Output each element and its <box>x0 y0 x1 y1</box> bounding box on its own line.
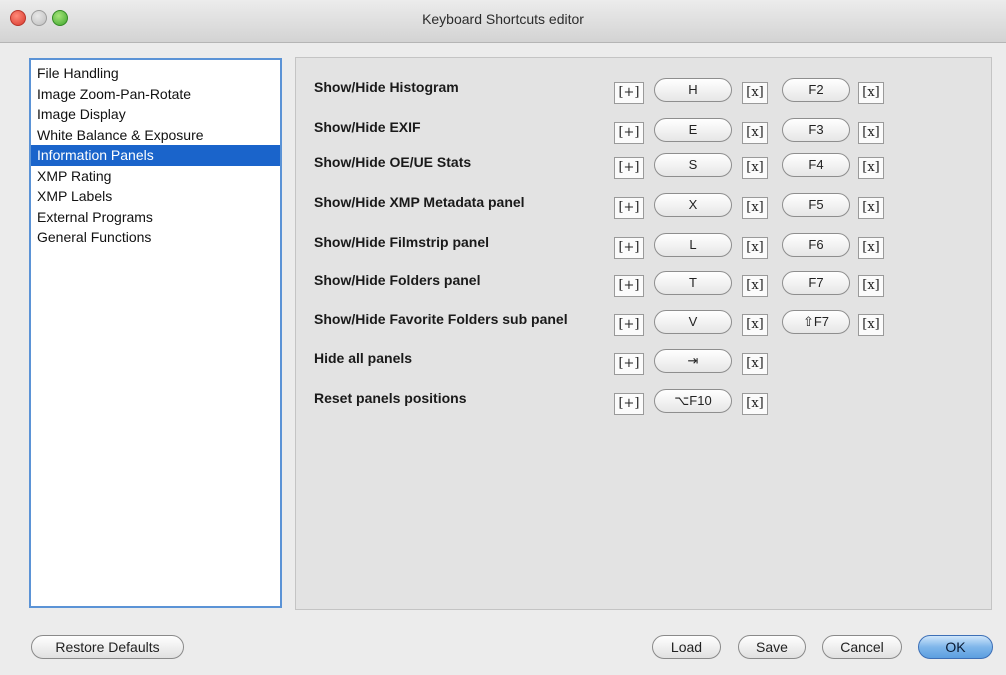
category-item[interactable]: XMP Labels <box>31 186 280 207</box>
add-shortcut-button[interactable]: [+] <box>614 157 644 179</box>
title-bar: Keyboard Shortcuts editor <box>0 0 1006 43</box>
clear-shortcut-button[interactable]: [x] <box>742 157 768 179</box>
alternate-key-button[interactable]: F6 <box>782 233 850 257</box>
category-item[interactable]: Image Zoom-Pan-Rotate <box>31 84 280 105</box>
alternate-key-button[interactable]: F5 <box>782 193 850 217</box>
shortcut-label: Show/Hide XMP Metadata panel <box>314 194 525 210</box>
shortcut-label: Show/Hide Histogram <box>314 79 459 95</box>
clear-alternate-button[interactable]: [x] <box>858 314 884 336</box>
add-shortcut-button[interactable]: [+] <box>614 275 644 297</box>
clear-shortcut-button[interactable]: [x] <box>742 82 768 104</box>
window-title: Keyboard Shortcuts editor <box>422 11 584 27</box>
shortcut-key-button[interactable]: H <box>654 78 732 102</box>
category-item[interactable]: Image Display <box>31 104 280 125</box>
load-button[interactable]: Load <box>652 635 721 659</box>
category-item[interactable]: File Handling <box>31 63 280 84</box>
shortcut-key-button[interactable]: S <box>654 153 732 177</box>
shortcut-label: Show/Hide Favorite Folders sub panel <box>314 311 568 327</box>
clear-alternate-button[interactable]: [x] <box>858 197 884 219</box>
alternate-key-button[interactable]: F4 <box>782 153 850 177</box>
alternate-key-button[interactable]: F7 <box>782 271 850 295</box>
clear-alternate-button[interactable]: [x] <box>858 122 884 144</box>
shortcut-label: Show/Hide Folders panel <box>314 272 481 288</box>
shortcut-label: Show/Hide Filmstrip panel <box>314 234 490 250</box>
shortcut-row: Show/Hide Favorite Folders sub panel [+] V… <box>296 306 993 336</box>
clear-alternate-button[interactable]: [x] <box>858 82 884 104</box>
shortcut-row: Hide all panels [+] ⇥ [x] <box>296 345 993 375</box>
clear-shortcut-button[interactable]: [x] <box>742 122 768 144</box>
shortcut-key-button[interactable]: ⌥F10 <box>654 389 732 413</box>
shortcut-label: Show/Hide EXIF <box>314 119 421 135</box>
add-shortcut-button[interactable]: [+] <box>614 122 644 144</box>
shortcut-key-button[interactable]: V <box>654 310 732 334</box>
shortcut-row: Show/Hide OE/UE Stats [+] S [x] F4 [x] <box>296 149 993 179</box>
clear-alternate-button[interactable]: [x] <box>858 237 884 259</box>
restore-defaults-button[interactable]: Restore Defaults <box>31 635 184 659</box>
clear-alternate-button[interactable]: [x] <box>858 275 884 297</box>
clear-shortcut-button[interactable]: [x] <box>742 393 768 415</box>
category-item[interactable]: Information Panels <box>31 145 280 166</box>
shortcut-row: Reset panels positions [+] ⌥F10 [x] <box>296 385 993 415</box>
category-list[interactable]: File Handling Image Zoom-Pan-Rotate Image … <box>29 58 282 608</box>
shortcut-key-button[interactable]: L <box>654 233 732 257</box>
shortcut-label: Reset panels positions <box>314 390 467 406</box>
add-shortcut-button[interactable]: [+] <box>614 237 644 259</box>
add-shortcut-button[interactable]: [+] <box>614 353 644 375</box>
shortcut-key-button[interactable]: ⇥ <box>654 349 732 373</box>
clear-alternate-button[interactable]: [x] <box>858 157 884 179</box>
add-shortcut-button[interactable]: [+] <box>614 197 644 219</box>
cancel-button[interactable]: Cancel <box>822 635 902 659</box>
shortcut-row: Show/Hide XMP Metadata panel [+] X [x] F5 [x] <box>296 189 993 219</box>
shortcut-row: Show/Hide Histogram [+] H [x] F2 [x] <box>296 74 993 104</box>
category-item[interactable]: XMP Rating <box>31 166 280 187</box>
ok-button[interactable]: OK <box>918 635 993 659</box>
shortcut-row: Show/Hide Filmstrip panel [+] L [x] F6 [x] <box>296 229 993 259</box>
shortcut-key-button[interactable]: T <box>654 271 732 295</box>
alternate-key-button[interactable]: F2 <box>782 78 850 102</box>
clear-shortcut-button[interactable]: [x] <box>742 353 768 375</box>
category-item[interactable]: External Programs <box>31 207 280 228</box>
add-shortcut-button[interactable]: [+] <box>614 82 644 104</box>
category-item[interactable]: White Balance & Exposure <box>31 125 280 146</box>
add-shortcut-button[interactable]: [+] <box>614 393 644 415</box>
add-shortcut-button[interactable]: [+] <box>614 314 644 336</box>
clear-shortcut-button[interactable]: [x] <box>742 237 768 259</box>
category-item[interactable]: General Functions <box>31 227 280 248</box>
shortcut-label: Show/Hide OE/UE Stats <box>314 154 472 170</box>
shortcuts-panel: Show/Hide Histogram [+] H [x] F2 [x] Show/Hide… <box>295 57 992 610</box>
shortcut-row: Show/Hide EXIF [+] E [x] F3 [x] <box>296 114 993 144</box>
alternate-key-button[interactable]: F3 <box>782 118 850 142</box>
alternate-key-button[interactable]: ⇧F7 <box>782 310 850 334</box>
shortcut-row: Show/Hide Folders panel [+] T [x] F7 [x] <box>296 267 993 297</box>
clear-shortcut-button[interactable]: [x] <box>742 197 768 219</box>
clear-shortcut-button[interactable]: [x] <box>742 275 768 297</box>
shortcut-label: Hide all panels <box>314 350 413 366</box>
clear-shortcut-button[interactable]: [x] <box>742 314 768 336</box>
save-button[interactable]: Save <box>738 635 806 659</box>
shortcut-key-button[interactable]: E <box>654 118 732 142</box>
shortcut-key-button[interactable]: X <box>654 193 732 217</box>
